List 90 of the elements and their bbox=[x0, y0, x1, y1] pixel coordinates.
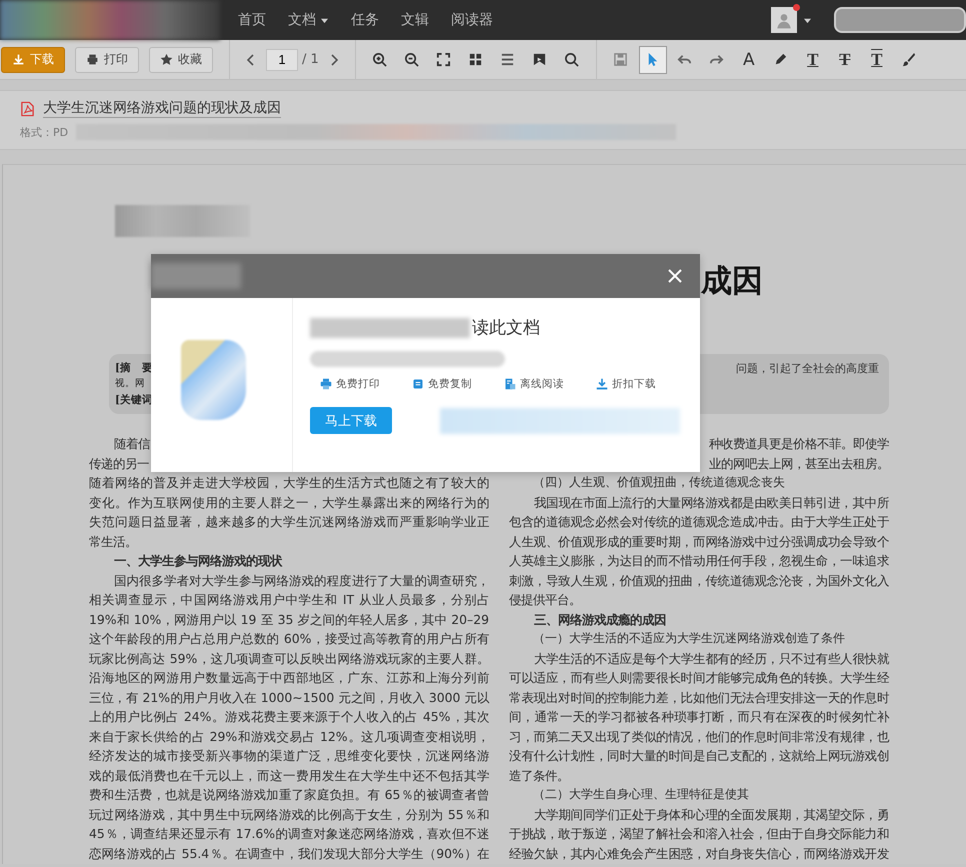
favorite-button[interactable]: 收藏 bbox=[149, 46, 213, 72]
paragraph-line: 上的用户比例占 24%。游戏花费主要来源于个人收入的占 45%，其次 bbox=[89, 708, 489, 726]
paragraph-line: 常生活。 bbox=[89, 532, 138, 550]
abstract-text: [摘 要 bbox=[115, 361, 153, 376]
subsection-heading: （二）大学生自身心理、生理特征是使其 bbox=[532, 786, 750, 803]
paragraph-line: 业的网吧去上网，甚至出去租房。 bbox=[709, 454, 889, 472]
document-title: 大学生沉迷网络游戏问题的现状及成因 bbox=[43, 99, 281, 118]
document-format: 格式：PD bbox=[20, 124, 68, 140]
strikethrough-button[interactable]: T bbox=[830, 46, 859, 74]
paragraph-line: 经济发达的城市接受新兴事物的渠道广泛，思维变化要快，沉迷网络游 bbox=[89, 747, 489, 765]
save-icon bbox=[613, 52, 628, 67]
paragraph-line: 于挑战，敢于叛逆，渴望了解社会和溶入社会，但由于自身交际能力和 bbox=[509, 825, 889, 843]
paragraph-line: 我国现在市面上流行的大量网络游戏都是由欧美日韩引进，其中所 bbox=[532, 494, 889, 512]
document-heading: 成因 bbox=[701, 263, 763, 301]
paragraph-line: 没有什么计划性，同时大量的时间是自己支配的，这就给上网玩游戏创 bbox=[509, 747, 889, 765]
page-number-field[interactable]: 1 bbox=[266, 48, 298, 70]
nav-link[interactable]: 文档 bbox=[288, 11, 329, 29]
star-icon bbox=[160, 53, 173, 66]
paragraph-line: 费和生活费，也就是说网络游戏加重了家庭负担。有 65％的被调查者曾 bbox=[89, 786, 489, 804]
book-icon bbox=[504, 378, 516, 390]
paragraph-line: 失范问题日益显著，越来越多的大学生沉迷网络游戏而严重影响学业正 bbox=[89, 513, 489, 531]
paragraph-line: 这个年龄段的用户占总用户总数的 60%，接受过高等教育的用户占所有 bbox=[89, 630, 489, 648]
dialog-title: 读此文档 bbox=[472, 317, 540, 339]
underline-button[interactable]: T bbox=[798, 46, 827, 74]
paragraph-line: 大学生活的不适应是每个大学生都有的经历，只不过有些人很快就 bbox=[532, 650, 889, 668]
text-format-button[interactable]: T bbox=[862, 46, 891, 74]
paragraph-line: 习，而第二天又出现了类似的情况，他们的作息时间非常没有规律，也 bbox=[509, 728, 889, 746]
paragraph-line: 可以适应，而有些人则需要很长时间才能够完成角色的转换。大学生经 bbox=[509, 669, 889, 687]
paragraph-line: 刺激，导致人生观，价值观的扭曲，传统道德观念沦丧，为国外文化入 bbox=[509, 572, 889, 590]
printer-icon bbox=[320, 378, 332, 390]
paragraph-line: 人生观、价值观形成的重要时期，而网络游戏中过分强调成功会导致个 bbox=[509, 532, 889, 550]
abstract-text: 问题，引起了全社会的高度重 bbox=[736, 361, 879, 377]
paragraph-line: 戏的最低消费也在千元以上，而这一费用发生在大学生中还不包括其学 bbox=[89, 766, 489, 784]
paragraph-line: 玩过网络游戏，其中男生中玩网络游戏的比例高于女生，分别为 55％和 bbox=[89, 806, 489, 824]
zoom-out-icon bbox=[404, 52, 420, 67]
pointer-button[interactable] bbox=[638, 46, 667, 74]
caret-icon bbox=[803, 16, 812, 24]
nav-link[interactable]: 文辑 bbox=[401, 11, 429, 29]
paragraph-line: 包含的道德观念必然会对传统的道德观念造成冲击。由于大学生正处于 bbox=[509, 513, 889, 531]
feature-label: 离线阅读 bbox=[520, 377, 564, 391]
pdf-icon bbox=[20, 100, 35, 116]
abstract-text: 视。网 bbox=[115, 377, 146, 391]
fullscreen-icon bbox=[436, 52, 452, 67]
paragraph-line: 相关调查显示，中国网络游戏用户中学生和 IT 从业人员最多，分别占 bbox=[89, 591, 489, 609]
paragraph-line: 19%和 10%，网游用户以 19 至 35 岁之间的年轻人居多，其中 20–29 bbox=[89, 610, 489, 628]
nav-link[interactable]: 首页 bbox=[238, 11, 266, 29]
nav-link[interactable]: 阅读器 bbox=[451, 11, 493, 29]
paragraph-line: 玩家比例高达 59%，这几项调查可以反映出网络游戏玩家的主要人群。 bbox=[89, 650, 489, 668]
paragraph-line: 三位，有 21%的用户月收入在 1000~1500 元之间，月收入 3000 元以 bbox=[89, 688, 489, 706]
subsection-heading: （一）大学生活的不适应为大学生沉迷网络游戏创造了条件 bbox=[532, 630, 846, 647]
paragraph-line: 传递的另一 bbox=[89, 454, 149, 472]
copy-icon bbox=[412, 378, 424, 390]
close-icon bbox=[667, 268, 683, 284]
paragraph-line: 经验欠缺，其内心难免会产生困惑，对自身丧失信心，而网络游戏开发 bbox=[509, 844, 889, 862]
list-icon bbox=[500, 52, 516, 67]
paragraph-line: 侵提供平台。 bbox=[509, 591, 582, 609]
paragraph-line: 随着网络的普及并走进大学校园，大学生的生活方式也随之有了较大的 bbox=[89, 474, 489, 492]
paragraph-line: 沿海地区的网游用户数量远高于中西部地区，广东、江苏和上海分列前 bbox=[89, 669, 489, 687]
section-heading: 一、大学生参与网络游戏的现状 bbox=[112, 552, 284, 570]
printer-icon bbox=[86, 53, 99, 66]
feature-label: 免费复制 bbox=[428, 377, 472, 391]
paragraph-line: 变化。作为互联网使用的主要人群之一，大学生暴露出来的网络行为的 bbox=[89, 494, 489, 512]
text-tool-button[interactable]: A bbox=[734, 46, 763, 74]
feature-label: 免费打印 bbox=[336, 377, 380, 391]
page-total: / 1 bbox=[302, 52, 319, 67]
grid-icon bbox=[468, 52, 484, 67]
paragraph-line: 人英雄主义膨胀，为达目的而不惜动用任何手段，忽视生命，一味追求 bbox=[509, 552, 889, 570]
paragraph-line: 常表现出对时间的控制能力差，比如他们无法合理安排这一天的作息时 bbox=[509, 688, 889, 706]
nav-link[interactable]: 任务 bbox=[351, 11, 379, 29]
brush-icon bbox=[901, 52, 916, 67]
feature-label: 折扣下载 bbox=[612, 377, 656, 391]
pen-icon bbox=[773, 52, 788, 67]
subsection-heading: （四）人生观、价值观扭曲，传统道德观念丧失 bbox=[532, 474, 786, 491]
search-icon bbox=[564, 52, 580, 67]
download-icon bbox=[596, 378, 608, 390]
paragraph-line: 45％，调查结果还显示有 17.6%的调查对象迷恋网络游戏，喜欢但不迷 bbox=[89, 825, 489, 843]
search-field[interactable] bbox=[834, 7, 966, 33]
paragraph-line: 种收费道具更是价格不菲。即使学 bbox=[709, 435, 889, 453]
section-heading: 三、网络游戏成瘾的成因 bbox=[532, 610, 667, 628]
paragraph-line: 恋网络游戏的占 55.4％。在调查中，我们发现大部分大学生（90%）在 bbox=[89, 844, 489, 862]
print-button[interactable]: 打印 bbox=[75, 46, 139, 72]
bookmark-icon bbox=[532, 52, 548, 67]
paragraph-line: 大学期间同学们正处于身体和心理的全面发展期，其渴望交际，勇 bbox=[532, 806, 889, 824]
paragraph-line: 国内很多学者对大学生参与网络游戏的程度进行了大量的调查研究， bbox=[112, 572, 489, 590]
zoom-in-icon bbox=[372, 52, 388, 67]
paragraph-line: 来自于家长供给的占 29%和游戏交易占 12%。这几项调查变相说明， bbox=[89, 728, 489, 746]
paragraph-line: 造了条件。 bbox=[509, 766, 570, 784]
paragraph-line: 随着信 bbox=[112, 435, 150, 453]
download-icon bbox=[12, 53, 25, 66]
paragraph-line: 间，通常一天的学习都被各种琐事打断，而只有在深夜的时候匆忙补 bbox=[509, 708, 889, 726]
